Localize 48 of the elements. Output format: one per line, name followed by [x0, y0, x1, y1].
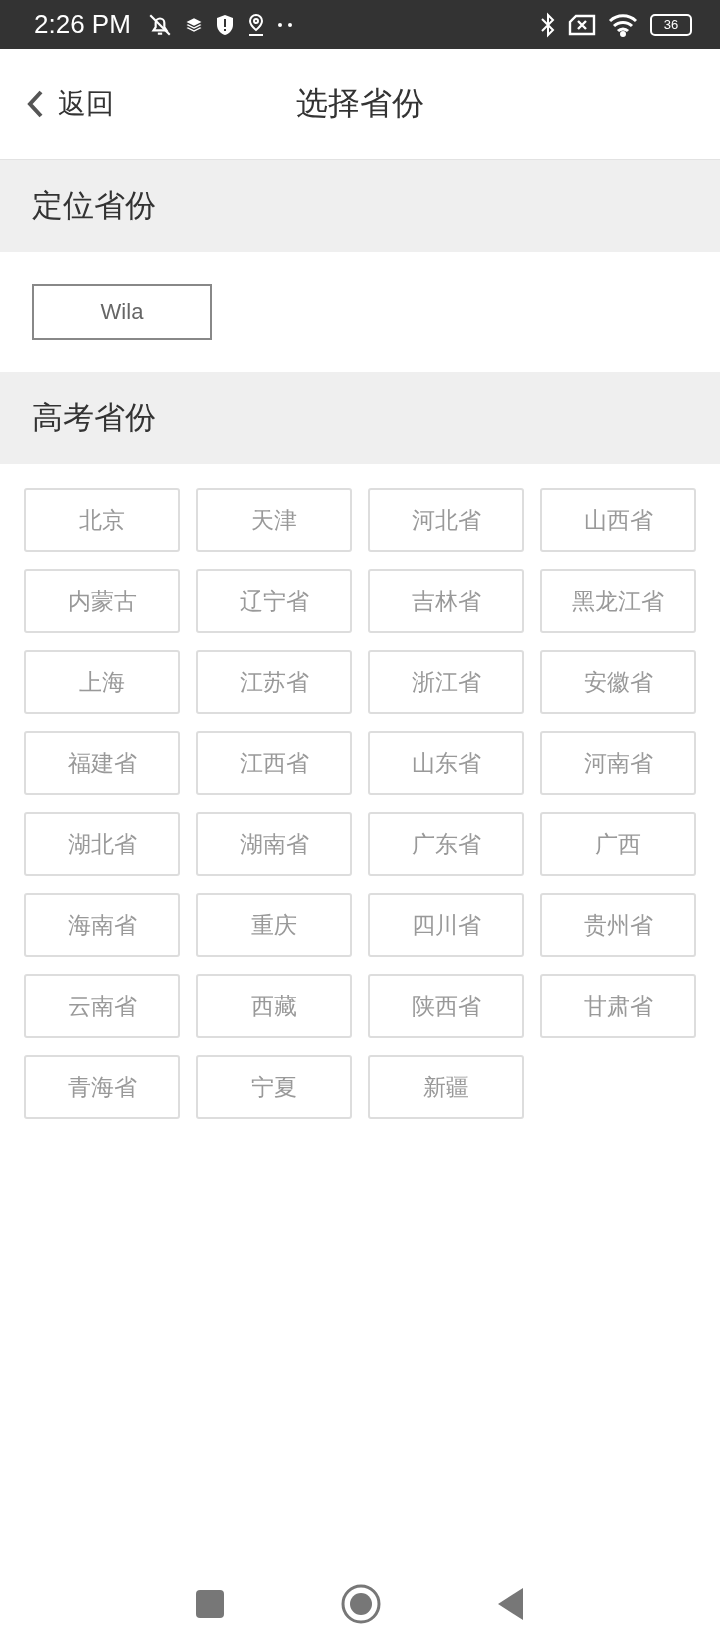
no-sim-icon: [568, 13, 596, 36]
chevron-left-icon: [26, 89, 44, 119]
province-button[interactable]: Wila: [32, 284, 212, 340]
status-time: 2:26 PM: [34, 9, 131, 40]
page-title: 选择省份: [296, 83, 424, 124]
province-button[interactable]: 江苏省: [196, 650, 352, 714]
province-button[interactable]: 黑龙江省: [540, 569, 696, 633]
province-button[interactable]: 海南省: [24, 893, 180, 957]
province-button[interactable]: 北京: [24, 488, 180, 552]
province-button[interactable]: 宁夏: [196, 1055, 352, 1119]
province-button[interactable]: 甘肃省: [540, 974, 696, 1038]
province-button[interactable]: 湖北省: [24, 812, 180, 876]
province-button[interactable]: 山西省: [540, 488, 696, 552]
back-button[interactable]: 返回: [0, 85, 114, 123]
wifi-icon: [608, 12, 638, 37]
province-button[interactable]: 内蒙古: [24, 569, 180, 633]
location-icon: [246, 13, 265, 36]
section-header: 定位省份: [0, 160, 720, 252]
recents-icon[interactable]: [195, 1589, 225, 1619]
shield-icon: [214, 13, 235, 36]
province-button[interactable]: 河北省: [368, 488, 524, 552]
home-icon[interactable]: [341, 1584, 381, 1624]
province-button[interactable]: 重庆: [196, 893, 352, 957]
province-button[interactable]: 四川省: [368, 893, 524, 957]
battery-icon: 36: [650, 13, 692, 36]
province-button[interactable]: 河南省: [540, 731, 696, 795]
province-button[interactable]: 江西省: [196, 731, 352, 795]
province-button[interactable]: 天津: [196, 488, 352, 552]
province-button[interactable]: 安徽省: [540, 650, 696, 714]
province-button[interactable]: 广西: [540, 812, 696, 876]
back-icon[interactable]: [497, 1587, 525, 1621]
province-button[interactable]: 广东省: [368, 812, 524, 876]
bluetooth-icon: [540, 11, 556, 38]
province-button[interactable]: 福建省: [24, 731, 180, 795]
province-button[interactable]: 陕西省: [368, 974, 524, 1038]
province-button[interactable]: 山东省: [368, 731, 524, 795]
province-button[interactable]: 吉林省: [368, 569, 524, 633]
section-header: 高考省份: [0, 372, 720, 464]
province-button[interactable]: 云南省: [24, 974, 180, 1038]
province-button[interactable]: 新疆: [368, 1055, 524, 1119]
province-button[interactable]: 青海省: [24, 1055, 180, 1119]
province-button[interactable]: 辽宁省: [196, 569, 352, 633]
province-button[interactable]: 湖南省: [196, 812, 352, 876]
province-button[interactable]: 上海: [24, 650, 180, 714]
province-button[interactable]: 贵州省: [540, 893, 696, 957]
more-dots-icon: [276, 21, 295, 28]
province-button[interactable]: 西藏: [196, 974, 352, 1038]
province-button[interactable]: 浙江省: [368, 650, 524, 714]
